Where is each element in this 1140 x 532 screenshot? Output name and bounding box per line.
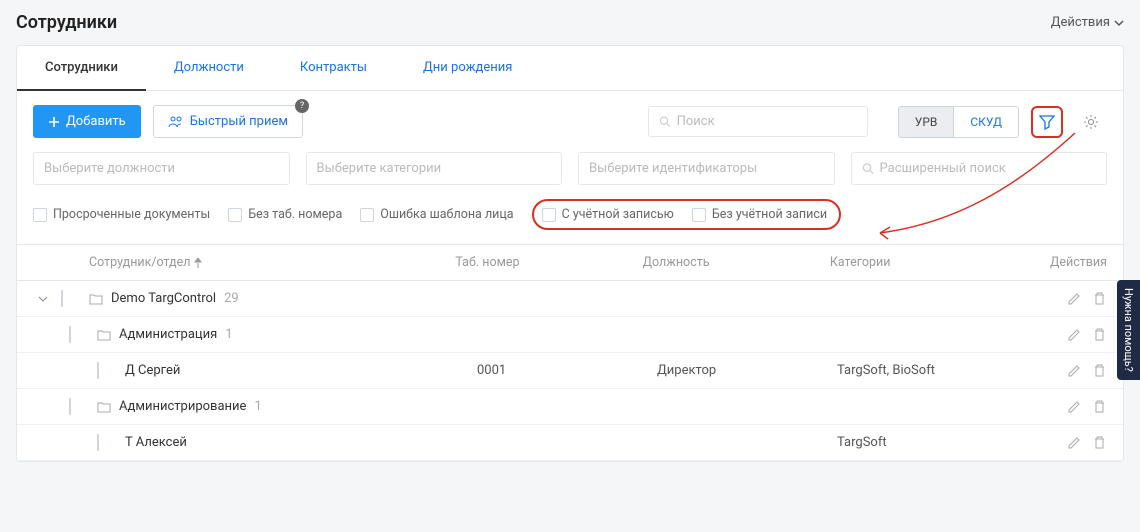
row-name: Д Сергей	[125, 363, 180, 378]
plus-icon	[48, 116, 60, 128]
folder-icon	[97, 328, 111, 342]
filter-row	[17, 152, 1123, 199]
tab-employees[interactable]: Сотрудники	[17, 46, 146, 91]
tabs: Сотрудники Должности Контракты Дни рожде…	[17, 46, 1123, 91]
main-card: Сотрудники Должности Контракты Дни рожде…	[16, 45, 1124, 462]
row-categories: TargSoft, BioSoft	[837, 363, 1009, 378]
col-position[interactable]: Должность	[643, 255, 822, 270]
face-template-error-checkbox[interactable]: Ошибка шаблона лица	[360, 207, 513, 222]
without-account-checkbox[interactable]: Без учётной записи	[692, 207, 827, 222]
identifiers-filter[interactable]	[578, 152, 835, 185]
chevron-down-icon	[38, 294, 48, 304]
row-name: Т Алексей	[125, 435, 187, 450]
trash-icon[interactable]	[1092, 327, 1107, 342]
row-checkbox[interactable]	[97, 434, 99, 451]
search-icon	[862, 162, 874, 175]
edit-icon[interactable]	[1067, 291, 1082, 306]
row-position: Директор	[657, 363, 829, 378]
edit-icon[interactable]	[1067, 327, 1082, 342]
quick-hire-label: Быстрый прием	[190, 114, 288, 129]
row-checkbox[interactable]	[97, 362, 99, 379]
row-count: 1	[254, 399, 261, 414]
skud-button[interactable]: СКУД	[954, 106, 1019, 138]
row-categories: TargSoft	[837, 435, 1009, 450]
trash-icon[interactable]	[1092, 435, 1107, 450]
add-label: Добавить	[66, 114, 126, 129]
expand-toggle[interactable]	[33, 294, 53, 304]
gear-icon	[1083, 114, 1099, 130]
col-actions: Действия	[1017, 255, 1107, 270]
expand-toggle[interactable]	[33, 330, 61, 340]
urv-button[interactable]: УРВ	[898, 106, 955, 138]
edit-icon[interactable]	[1067, 399, 1082, 414]
edit-icon[interactable]	[1067, 363, 1082, 378]
filter-button[interactable]	[1031, 106, 1063, 138]
toolbar: Добавить Быстрый прием ? УРВ СКУД	[17, 91, 1123, 152]
help-tab[interactable]: Нужна помощь?	[1117, 280, 1140, 380]
add-button[interactable]: Добавить	[33, 105, 141, 138]
table-row: Администрирование 1	[17, 389, 1123, 425]
tab-birthdays[interactable]: Дни рождения	[395, 46, 540, 90]
with-account-checkbox[interactable]: С учётной записью	[542, 207, 674, 222]
filter-icon	[1039, 114, 1055, 130]
employees-table: Сотрудник/отдел Таб. номер Должность Кат…	[17, 244, 1123, 461]
mode-toggle: УРВ СКУД	[898, 106, 1019, 138]
people-icon	[168, 116, 184, 128]
highlighted-filters: С учётной записью Без учётной записи	[532, 199, 842, 230]
table-row: Администрация 1	[17, 317, 1123, 353]
col-employee[interactable]: Сотрудник/отдел	[89, 255, 447, 270]
row-count: 29	[224, 291, 239, 306]
edit-icon[interactable]	[1067, 435, 1082, 450]
row-name: Администрирование	[119, 399, 246, 414]
page-title: Сотрудники	[16, 12, 117, 33]
trash-icon[interactable]	[1092, 399, 1107, 414]
positions-filter[interactable]	[33, 152, 290, 185]
chevron-down-icon	[1114, 18, 1124, 28]
folder-icon	[89, 292, 103, 306]
table-row: Demo TargControl 29	[17, 281, 1123, 317]
search-box[interactable]	[648, 106, 868, 137]
table-row: Д Сергей 0001 Директор TargSoft, BioSoft	[17, 353, 1123, 389]
row-name: Demo TargControl	[111, 291, 216, 306]
row-count: 1	[225, 327, 232, 342]
help-tooltip-icon[interactable]: ?	[295, 99, 309, 113]
table-header: Сотрудник/отдел Таб. номер Должность Кат…	[17, 245, 1123, 281]
folder-icon	[97, 400, 111, 414]
col-categories[interactable]: Категории	[830, 255, 1009, 270]
tab-positions[interactable]: Должности	[146, 46, 272, 90]
expand-toggle[interactable]	[33, 402, 61, 412]
row-name: Администрация	[119, 327, 217, 342]
trash-icon[interactable]	[1092, 363, 1107, 378]
expired-docs-checkbox[interactable]: Просроченные документы	[33, 207, 210, 222]
row-checkbox[interactable]	[69, 326, 71, 343]
categories-filter[interactable]	[306, 152, 563, 185]
search-input[interactable]	[677, 114, 857, 129]
row-tab: 0001	[477, 363, 649, 378]
check-row: Просроченные документы Без таб. номера О…	[17, 199, 1123, 244]
no-tab-number-checkbox[interactable]: Без таб. номера	[228, 207, 342, 222]
sort-asc-icon	[194, 258, 202, 268]
advanced-search[interactable]	[851, 152, 1108, 185]
settings-button[interactable]	[1075, 106, 1107, 138]
col-tab[interactable]: Таб. номер	[455, 255, 634, 270]
row-checkbox[interactable]	[61, 290, 63, 307]
table-row: Т Алексей TargSoft	[17, 425, 1123, 461]
trash-icon[interactable]	[1092, 291, 1107, 306]
row-checkbox[interactable]	[69, 398, 71, 415]
quick-hire-button[interactable]: Быстрый прием	[153, 105, 303, 138]
actions-label: Действия	[1051, 15, 1110, 30]
actions-menu[interactable]: Действия	[1051, 15, 1124, 30]
tab-contracts[interactable]: Контракты	[272, 46, 395, 90]
search-icon	[659, 115, 671, 128]
